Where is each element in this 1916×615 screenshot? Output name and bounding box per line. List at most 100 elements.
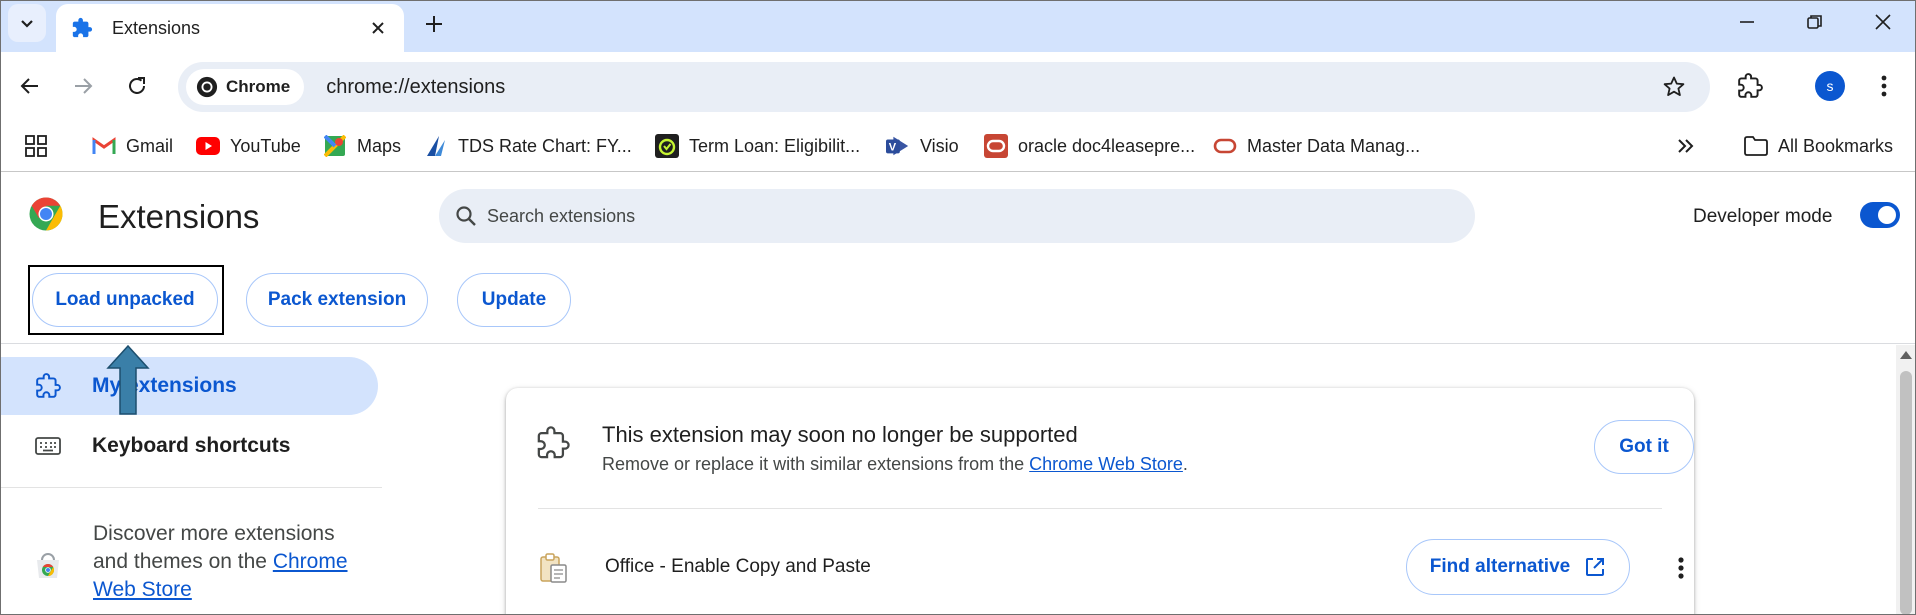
search-input[interactable] bbox=[487, 205, 1387, 227]
extension-card: This extension may soon no longer be sup… bbox=[506, 388, 1694, 615]
youtube-icon bbox=[196, 134, 220, 158]
bookmark-label: Term Loan: Eligibilit... bbox=[689, 135, 861, 156]
keyboard-icon bbox=[34, 432, 62, 460]
oracle-icon bbox=[1213, 134, 1237, 158]
close-icon bbox=[1875, 14, 1891, 30]
folder-icon bbox=[1744, 134, 1768, 158]
extension-menu-button[interactable] bbox=[1666, 550, 1696, 586]
profile-button[interactable]: s bbox=[1810, 66, 1850, 106]
discover-more-text: Discover more extensions and themes on t… bbox=[93, 520, 363, 604]
tds-logo-icon bbox=[424, 134, 448, 158]
tab-extensions[interactable]: Extensions bbox=[56, 4, 404, 52]
kebab-menu-icon bbox=[1881, 75, 1887, 97]
pack-extension-button[interactable]: Pack extension bbox=[246, 273, 428, 327]
kebab-menu-icon bbox=[1678, 557, 1684, 579]
reload-button[interactable] bbox=[117, 66, 157, 106]
bookmark-youtube[interactable]: YouTube bbox=[196, 130, 301, 162]
bookmark-label: Gmail bbox=[126, 135, 174, 156]
restore-button[interactable] bbox=[1780, 0, 1850, 44]
card-divider bbox=[538, 508, 1662, 509]
all-bookmarks-label: All Bookmarks bbox=[1778, 135, 1894, 156]
chevron-down-icon bbox=[21, 20, 33, 28]
page-title: Extensions bbox=[98, 198, 260, 235]
scroll-thumb[interactable] bbox=[1900, 371, 1912, 615]
site-info-chip[interactable]: Chrome bbox=[186, 69, 305, 105]
maps-icon bbox=[323, 134, 347, 158]
sidebar-item-keyboard-shortcuts[interactable]: Keyboard shortcuts bbox=[0, 417, 378, 475]
puzzle-warning-icon bbox=[537, 426, 570, 459]
developer-mode-toggle[interactable] bbox=[1860, 202, 1900, 228]
warning-subtitle-text: Remove or replace it with similar extens… bbox=[602, 454, 1025, 474]
toggle-knob bbox=[1878, 206, 1896, 224]
plus-icon bbox=[426, 16, 442, 32]
bookmark-star-icon[interactable] bbox=[1654, 67, 1694, 107]
close-icon[interactable] bbox=[366, 16, 390, 40]
bookmark-term-loan[interactable]: Term Loan: Eligibilit... bbox=[655, 130, 860, 162]
visio-icon: V bbox=[886, 134, 910, 158]
avatar: s bbox=[1815, 71, 1845, 101]
warning-period: . bbox=[1182, 454, 1188, 474]
find-alternative-button[interactable]: Find alternative bbox=[1406, 539, 1630, 595]
bookmark-label: Master Data Manag... bbox=[1247, 135, 1421, 156]
warning-title: This extension may soon no longer be sup… bbox=[602, 422, 1078, 447]
chrome-web-store-link[interactable]: Chrome Web Store bbox=[1029, 454, 1183, 474]
load-unpacked-button[interactable]: Load unpacked bbox=[32, 273, 218, 327]
sidebar-item-my-extensions[interactable]: My extensions bbox=[0, 357, 378, 415]
menu-button[interactable] bbox=[1866, 66, 1902, 106]
new-tab-button[interactable] bbox=[418, 8, 450, 40]
oracle-icon bbox=[984, 134, 1008, 158]
bookmarks-overflow-button[interactable] bbox=[1674, 130, 1708, 162]
tab-strip: Extensions bbox=[0, 0, 1916, 52]
gmail-icon bbox=[92, 134, 116, 158]
search-icon bbox=[456, 206, 476, 226]
open-in-new-icon bbox=[1584, 556, 1606, 578]
bookmark-label: TDS Rate Chart: FY... bbox=[458, 135, 632, 156]
apps-grid-icon bbox=[24, 134, 48, 158]
puzzle-icon bbox=[1738, 73, 1763, 98]
minimize-button[interactable] bbox=[1712, 0, 1782, 44]
puzzle-icon bbox=[34, 372, 62, 400]
search-extensions-box[interactable] bbox=[439, 189, 1475, 243]
arrow-right-icon bbox=[75, 78, 93, 94]
bookmark-master-data[interactable]: Master Data Manag... bbox=[1213, 130, 1420, 162]
back-button[interactable] bbox=[10, 66, 50, 106]
clipboard-icon bbox=[540, 553, 567, 583]
bookmark-label: Maps bbox=[357, 135, 402, 156]
bookmark-label: oracle doc4leasepre... bbox=[1018, 135, 1196, 156]
chrome-logo-icon bbox=[196, 76, 218, 98]
tab-title: Extensions bbox=[112, 17, 201, 38]
bookmark-tds-rate-chart[interactable]: TDS Rate Chart: FY... bbox=[424, 130, 632, 162]
bookmark-label: Visio bbox=[920, 135, 959, 156]
address-bar[interactable]: Chrome chrome://extensions bbox=[178, 62, 1710, 112]
extensions-button[interactable] bbox=[1730, 66, 1770, 106]
chrome-logo-icon bbox=[29, 197, 63, 231]
bookmark-maps[interactable]: Maps bbox=[323, 130, 401, 162]
got-it-button[interactable]: Got it bbox=[1594, 420, 1694, 474]
puzzle-icon bbox=[70, 16, 94, 40]
site-chip-label: Chrome bbox=[226, 77, 291, 96]
url-text[interactable]: chrome://extensions bbox=[326, 76, 1654, 99]
sidebar-item-label: Keyboard shortcuts bbox=[92, 434, 291, 457]
find-alternative-label: Find alternative bbox=[1429, 556, 1571, 577]
extensions-header: Extensions Developer mode Load unpacked … bbox=[0, 172, 1916, 344]
all-bookmarks-button[interactable]: All Bookmarks bbox=[1744, 130, 1893, 162]
bookmark-visio[interactable]: V Visio bbox=[886, 130, 959, 162]
web-store-icon bbox=[37, 553, 59, 578]
scroll-up-arrow[interactable] bbox=[1900, 351, 1912, 359]
developer-mode-label: Developer mode bbox=[1693, 206, 1833, 227]
arrow-left-icon bbox=[20, 78, 38, 94]
bookmark-oracle-doc[interactable]: oracle doc4leasepre... bbox=[984, 130, 1195, 162]
tab-search-button[interactable] bbox=[8, 4, 46, 42]
bookmark-label: YouTube bbox=[230, 135, 301, 156]
extension-name: Office - Enable Copy and Paste bbox=[605, 556, 871, 577]
forward-button[interactable] bbox=[63, 66, 103, 106]
sidebar-divider bbox=[0, 487, 382, 488]
apps-button[interactable] bbox=[24, 130, 58, 162]
update-button[interactable]: Update bbox=[457, 273, 571, 327]
double-chevron-right-icon bbox=[1674, 134, 1698, 158]
scrollbar[interactable] bbox=[1896, 345, 1916, 615]
close-window-button[interactable] bbox=[1848, 0, 1916, 44]
arrow-up-annotation bbox=[106, 344, 150, 415]
term-loan-icon bbox=[655, 134, 679, 158]
bookmark-gmail[interactable]: Gmail bbox=[92, 130, 173, 162]
